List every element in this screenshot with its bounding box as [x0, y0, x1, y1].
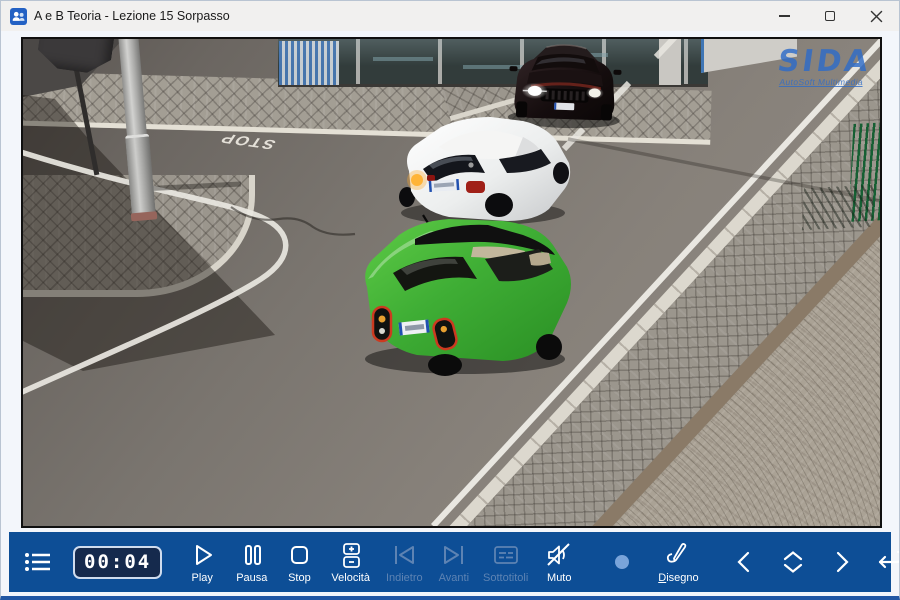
subtitles-label: Sottotitoli: [483, 572, 528, 584]
green-fence: [848, 122, 880, 222]
subtitles-icon: [491, 541, 521, 569]
people-icon: [11, 9, 26, 24]
previous-icon: [389, 541, 419, 569]
minimize-icon: [779, 15, 790, 16]
play-button[interactable]: Play: [188, 541, 216, 584]
timer-display: 00:04: [73, 546, 162, 579]
lesson-list-button[interactable]: [23, 548, 53, 576]
app-icon: [10, 8, 27, 25]
mute-button[interactable]: Muto: [544, 541, 574, 584]
pause-icon: [238, 541, 266, 569]
control-bar: 00:04 Play Pausa Stop: [9, 532, 891, 592]
stop-label: Stop: [288, 572, 311, 584]
list-icon: [23, 548, 53, 576]
chevron-updown-icon: [779, 549, 807, 575]
mute-icon: [544, 541, 574, 569]
draw-label: Disegno: [658, 572, 698, 584]
video-frame: STOP: [21, 37, 882, 528]
stop-icon: [285, 541, 313, 569]
subtitles-button[interactable]: Sottotitoli: [483, 541, 528, 584]
pause-label: Pausa: [236, 572, 267, 584]
next-button[interactable]: Avanti: [439, 541, 469, 584]
previous-button[interactable]: Indietro: [386, 541, 423, 584]
stop-button[interactable]: Stop: [285, 541, 313, 584]
speed-label: Velocità: [331, 572, 370, 584]
pen-icon: [663, 541, 693, 569]
chevron-left-icon: [733, 549, 755, 575]
sida-logo: SIDA: [776, 47, 873, 77]
play-icon: [188, 541, 216, 569]
draw-button[interactable]: Disegno: [658, 541, 698, 584]
sida-watermark: SIDA AutoSoft Multimedia: [774, 47, 873, 87]
title-bar: A e B Teoria - Lezione 15 Sorpasso: [1, 1, 899, 31]
nav-right-button[interactable]: [831, 549, 853, 575]
next-icon: [439, 541, 469, 569]
next-label: Avanti: [439, 572, 469, 584]
pause-button[interactable]: Pausa: [236, 541, 267, 584]
maximize-icon: [825, 11, 835, 21]
minimize-button[interactable]: [761, 1, 807, 31]
play-label: Play: [192, 572, 213, 584]
volume-thumb[interactable]: [615, 555, 629, 569]
close-icon: [870, 10, 883, 23]
mute-label: Muto: [547, 572, 571, 584]
speed-plus-minus-icon: [337, 541, 365, 569]
maximize-button[interactable]: [807, 1, 853, 31]
speed-button[interactable]: Velocità: [331, 541, 370, 584]
sida-subtitle: AutoSoft Multimedia: [774, 77, 868, 87]
nav-left-button[interactable]: [733, 549, 755, 575]
return-arrow-icon: [875, 548, 900, 576]
previous-label: Indietro: [386, 572, 423, 584]
driving-scene: STOP: [23, 39, 880, 526]
chevron-right-icon: [831, 549, 853, 575]
app-window: A e B Teoria - Lezione 15 Sorpasso: [0, 0, 900, 600]
green-car: [353, 207, 583, 382]
window-title: A e B Teoria - Lezione 15 Sorpasso: [34, 9, 230, 23]
return-button[interactable]: [875, 548, 900, 576]
nav-updown-button[interactable]: [779, 549, 807, 575]
close-button[interactable]: [853, 1, 899, 31]
